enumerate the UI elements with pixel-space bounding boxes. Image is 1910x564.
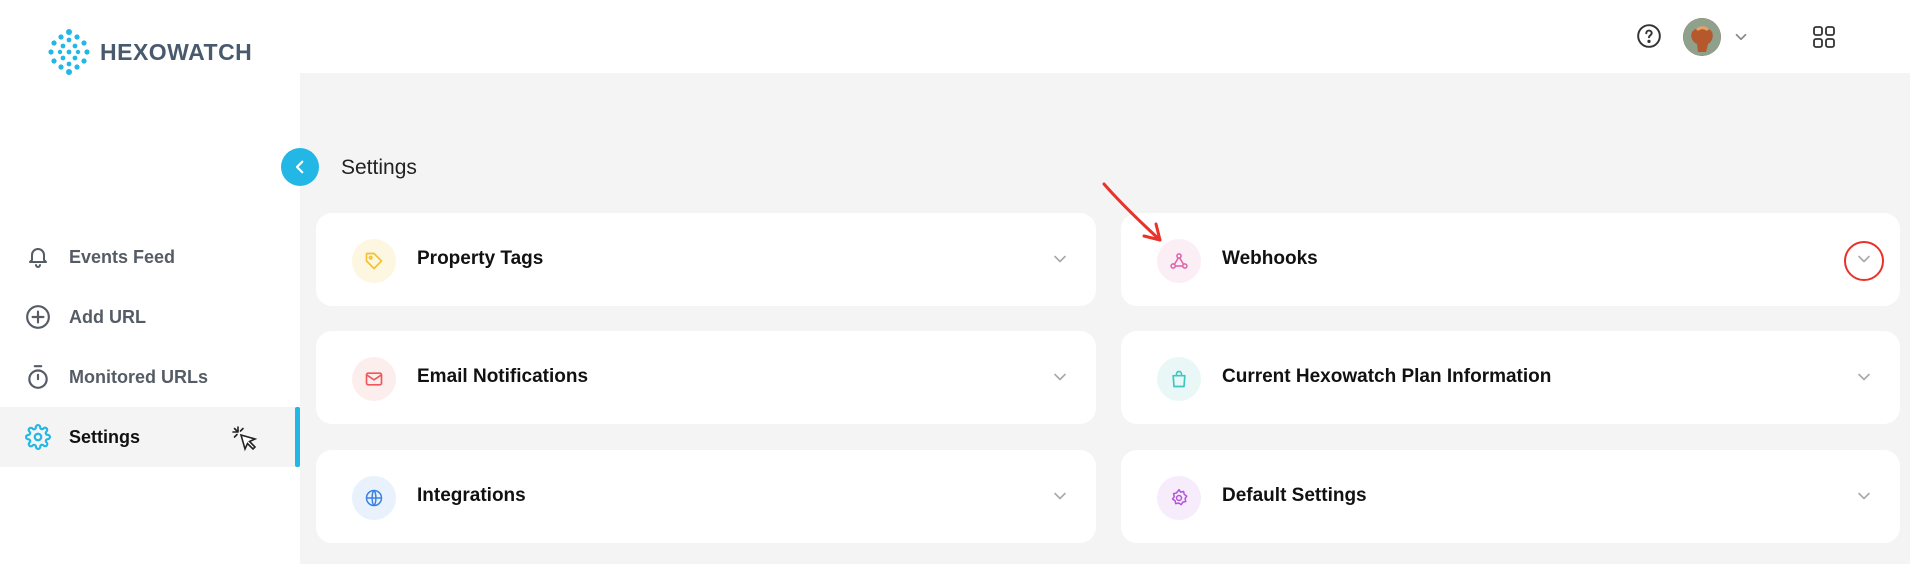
annotation-arrow-icon [1098, 178, 1168, 253]
card-title: Email Notifications [417, 366, 589, 387]
card-title: Current Hexowatch Plan Information [1222, 366, 1552, 387]
default-settings-card[interactable]: Default Settings [1121, 450, 1900, 543]
hexowatch-logo[interactable]: HEXOWATCH [46, 28, 252, 76]
help-icon[interactable] [1636, 23, 1662, 54]
avatar[interactable] [1683, 18, 1721, 56]
apps-grid-icon[interactable] [1812, 25, 1836, 54]
page-title: Settings [341, 156, 417, 179]
sidebar-item-label: Monitored URLs [69, 366, 208, 387]
logo-text: HEXOWATCH [100, 38, 253, 65]
chevron-down-icon[interactable] [1050, 367, 1070, 392]
hexowatch-logo-icon [48, 29, 90, 75]
sidebar-item-label: Settings [69, 426, 141, 447]
card-title: Integrations [417, 485, 526, 506]
sidebar-item-settings[interactable]: Settings [0, 407, 300, 467]
sidebar-item-label: Add URL [69, 306, 146, 327]
annotation-circle [1844, 241, 1884, 281]
sidebar-item-monitored-urls[interactable]: Monitored URLs [0, 347, 300, 407]
chevron-down-icon[interactable] [1854, 486, 1874, 511]
gear-icon [1157, 476, 1201, 520]
sidebar-item-add-url[interactable]: Add URL [0, 287, 300, 347]
bell-icon [24, 243, 52, 271]
globe-icon [352, 476, 396, 520]
sidebar-nav: Events Feed Add URL Monitored URLs Setti… [0, 227, 300, 467]
plan-information-card[interactable]: Current Hexowatch Plan Information [1121, 331, 1900, 424]
plus-circle-icon [24, 303, 52, 331]
card-title: Property Tags [417, 248, 544, 269]
cursor-click-icon [232, 426, 258, 457]
shopping-bag-icon [1157, 357, 1201, 401]
top-header [300, 0, 1910, 73]
envelope-icon [352, 357, 396, 401]
collapse-sidebar-button[interactable] [281, 148, 319, 186]
card-title: Webhooks [1222, 248, 1318, 269]
property-tags-card[interactable]: Property Tags [316, 213, 1096, 306]
sidebar: HEXOWATCH Events Feed Add URL Monitored … [0, 0, 300, 564]
chevron-left-icon [295, 160, 304, 174]
webhooks-card[interactable]: Webhooks [1121, 213, 1900, 306]
chevron-down-icon[interactable] [1732, 28, 1750, 51]
stopwatch-icon [24, 363, 52, 391]
chevron-down-icon[interactable] [1050, 249, 1070, 274]
email-notifications-card[interactable]: Email Notifications [316, 331, 1096, 424]
gear-icon [24, 423, 52, 451]
chevron-down-icon[interactable] [1854, 367, 1874, 392]
chevron-down-icon[interactable] [1050, 486, 1070, 511]
integrations-card[interactable]: Integrations [316, 450, 1096, 543]
tag-icon [352, 239, 396, 283]
card-title: Default Settings [1222, 485, 1367, 506]
sidebar-item-events-feed[interactable]: Events Feed [0, 227, 300, 287]
sidebar-item-label: Events Feed [69, 246, 176, 267]
